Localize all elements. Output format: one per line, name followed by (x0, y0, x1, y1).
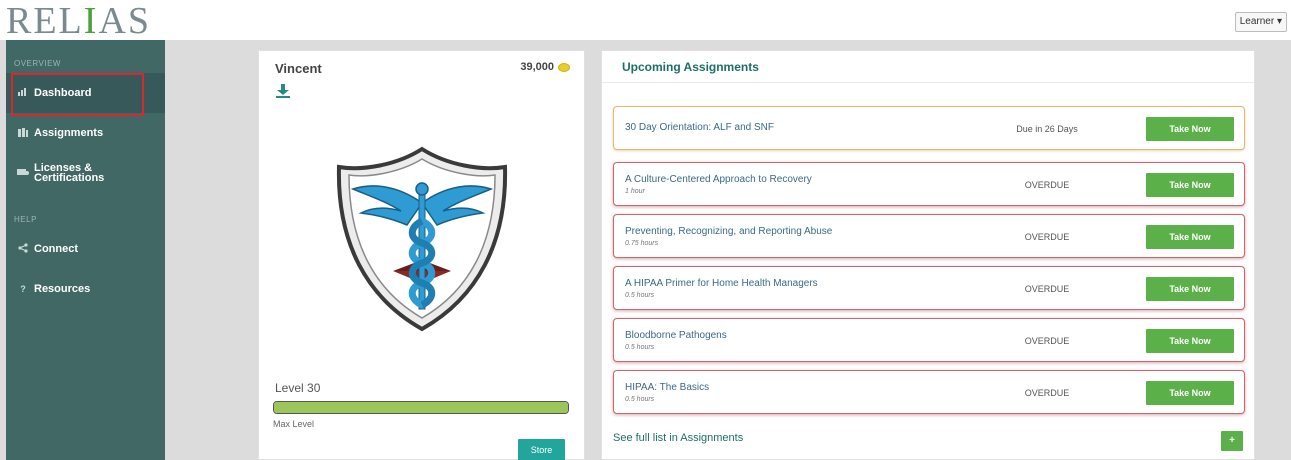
see-full-list-link[interactable]: See full list in Assignments (613, 432, 743, 444)
assignment-duration: 0.75 hours (625, 240, 659, 247)
sidebar-item-connect[interactable]: Connect (6, 229, 165, 269)
books-icon (16, 127, 30, 139)
assignment-title-link[interactable]: Preventing, Recognizing, and Reporting A… (625, 226, 832, 237)
logo-text-1: REL (6, 0, 84, 42)
assignment-status: OVERDUE (1024, 232, 1070, 242)
assignment-title-link[interactable]: Bloodborne Pathogens (625, 330, 727, 341)
store-button[interactable]: Store (518, 439, 565, 460)
assignment-row: A HIPAA Primer for Home Health Managers 0… (613, 266, 1245, 310)
take-now-button[interactable]: Take Now (1146, 329, 1234, 353)
take-now-button[interactable]: Take Now (1146, 277, 1234, 301)
assignment-row: A Culture-Centered Approach to Recovery 1… (613, 162, 1245, 206)
learner-name: Vincent (275, 61, 322, 76)
take-now-button[interactable]: Take Now (1146, 225, 1234, 249)
assignment-status: OVERDUE (1024, 336, 1070, 346)
upcoming-assignments-card: Upcoming Assignments 30 Day Orientation:… (601, 50, 1255, 460)
sidebar-item-label: Resources (34, 283, 91, 295)
logo-text-accent: I (83, 0, 99, 42)
points-value: 39,000 (520, 61, 554, 73)
logo-text-2: AS (98, 0, 152, 42)
take-now-button[interactable]: Take Now (1146, 173, 1234, 197)
top-bar: RELIAS Learner ▾ (0, 0, 1291, 40)
level-progress-bar (273, 401, 569, 414)
assignment-title-link[interactable]: A HIPAA Primer for Home Health Managers (625, 278, 818, 289)
relias-logo[interactable]: RELIAS (6, 2, 151, 40)
assignment-title-link[interactable]: A Culture-Centered Approach to Recovery (625, 174, 812, 185)
assignment-row: Preventing, Recognizing, and Reporting A… (613, 214, 1245, 258)
sidebar-item-licenses-certifications[interactable]: Licenses & Certifications (6, 153, 165, 193)
assignment-status: Due in 26 Days (1016, 124, 1078, 134)
assignment-row: Bloodborne Pathogens 0.5 hours OVERDUE Take… (613, 318, 1245, 362)
take-now-button[interactable]: Take Now (1146, 117, 1234, 141)
sidebar-item-label: Dashboard (34, 87, 92, 99)
question-icon: ? (20, 284, 26, 294)
sidebar-item-dashboard[interactable]: Dashboard (6, 73, 165, 116)
learner-menu-dropdown[interactable]: Learner ▾ (1234, 12, 1287, 32)
assignment-duration: 0.5 hours (625, 344, 655, 351)
add-button[interactable]: + (1221, 431, 1243, 451)
sidebar-item-label: Licenses & Certifications (34, 163, 105, 184)
level-label: Level 30 (275, 381, 321, 395)
assignment-row: 30 Day Orientation: ALF and SNF Due in 26… (613, 106, 1245, 150)
certificate-icon (16, 168, 30, 178)
assignment-status: OVERDUE (1024, 180, 1070, 190)
sidebar-item-label: Assignments (34, 127, 104, 139)
take-now-button[interactable]: Take Now (1146, 381, 1234, 405)
coin-icon (558, 62, 570, 72)
sidebar-item-label: Connect (34, 243, 78, 255)
assignment-duration: 1 hour (625, 188, 645, 195)
sidebar-item-label-line2: Certifications (34, 172, 105, 184)
level-progress-fill (274, 402, 568, 413)
level-badge-shield-icon (327, 143, 517, 333)
assignment-row: HIPAA: The Basics 0.5 hours OVERDUE Take No… (613, 370, 1245, 414)
bar-chart-icon (16, 88, 30, 98)
assignment-duration: 0.5 hours (625, 396, 655, 403)
share-icon (16, 243, 30, 255)
points-total: 39,000 (520, 61, 570, 73)
assignment-duration: 0.5 hours (625, 292, 655, 299)
profile-card: Vincent 39,000 Level 30 Max Level Store (258, 50, 585, 460)
sidebar-item-assignments[interactable]: Assignments (6, 113, 165, 153)
sidebar: OVERVIEW Dashboard Assignments Licenses … (6, 40, 165, 460)
download-icon[interactable] (275, 83, 291, 99)
assignment-title-link[interactable]: HIPAA: The Basics (625, 382, 709, 393)
assignment-status: OVERDUE (1024, 388, 1070, 398)
section-label-overview: OVERVIEW (14, 59, 61, 68)
assignment-status: OVERDUE (1024, 284, 1070, 294)
assignment-title-link[interactable]: 30 Day Orientation: ALF and SNF (625, 122, 774, 133)
max-level-caption: Max Level (273, 419, 315, 429)
assignments-title: Upcoming Assignments (602, 51, 1254, 83)
section-label-help: HELP (14, 215, 37, 224)
sidebar-item-resources[interactable]: ? Resources (6, 269, 165, 309)
